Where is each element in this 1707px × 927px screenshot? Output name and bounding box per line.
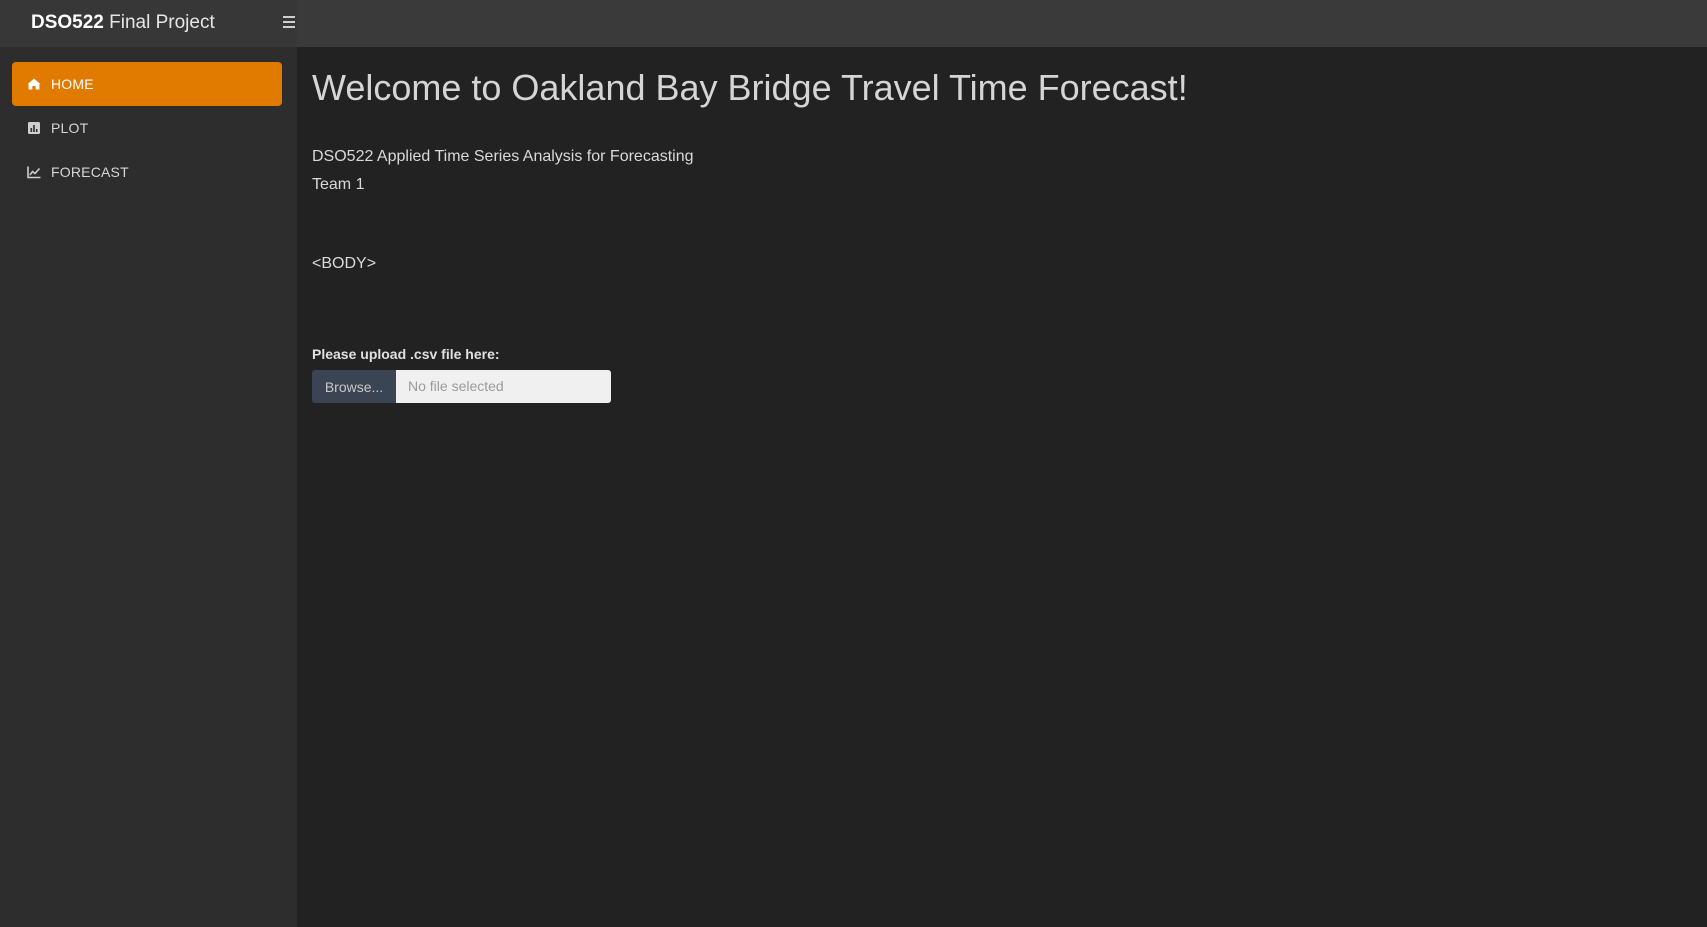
sidebar-item-forecast[interactable]: FORECAST (12, 150, 282, 194)
upload-label: Please upload .csv file here: (312, 346, 500, 362)
app-brand: DSO522 Final Project (0, 0, 297, 47)
page-title: Welcome to Oakland Bay Bridge Travel Tim… (312, 67, 1188, 108)
brand-title-bold: DSO522 (31, 12, 104, 33)
browse-button[interactable]: Browse... (312, 370, 396, 403)
file-name-field[interactable]: No file selected (396, 370, 611, 403)
top-navbar: DSO522 Final Project (0, 0, 1707, 47)
main-content: Welcome to Oakland Bay Bridge Travel Tim… (297, 47, 1707, 927)
sidebar-item-label: FORECAST (51, 164, 129, 180)
line-chart-icon (27, 166, 41, 179)
team-label: Team 1 (312, 176, 365, 193)
sidebar-item-label: HOME (51, 76, 94, 92)
sidebar-item-plot[interactable]: PLOT (12, 106, 282, 150)
sidebar-item-home[interactable]: HOME (12, 62, 282, 106)
hamburger-menu-icon[interactable] (276, 15, 302, 31)
sidebar-item-label: PLOT (51, 120, 89, 136)
sidebar: HOME PLOT FORECAST (0, 47, 297, 927)
bar-chart-icon (28, 122, 40, 134)
body-placeholder: <BODY> (312, 255, 377, 272)
brand-title-light: Final Project (109, 12, 215, 33)
course-subtitle: DSO522 Applied Time Series Analysis for … (312, 148, 694, 165)
home-icon (27, 78, 41, 90)
